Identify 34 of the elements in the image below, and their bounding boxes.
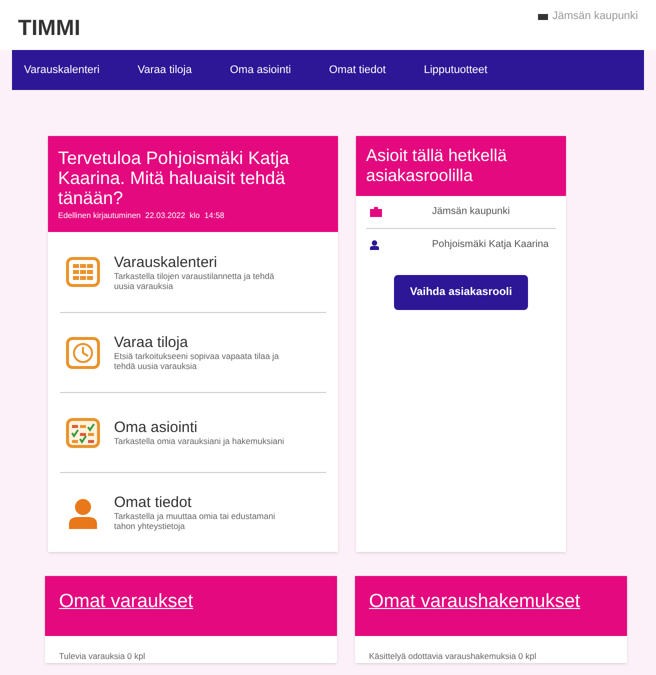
- tile-description: Tarkastella ja muuttaa omia tai edustamani tahon yhteystietoja: [114, 511, 276, 531]
- tile-title: Varauskalenteri: [114, 254, 218, 270]
- nav-link[interactable]: Lipputuotteet: [424, 62, 488, 78]
- summary-link[interactable]: Omat varaushakemukset: [369, 591, 580, 612]
- logo[interactable]: TIMMI: [18, 11, 80, 44]
- briefcase-icon: [370, 207, 382, 217]
- person-icon: [68, 496, 98, 528]
- checklist-icon: [66, 418, 100, 448]
- tile-title: Omat tiedot: [114, 494, 193, 511]
- tile-description: Etsiä tarkoitukseeni sopivaa vapaata tilaa ja tehdä uusia varauksia: [114, 351, 280, 371]
- tile-description: Tarkastella tilojen varaustilannetta ja tehdä uusia varauksia: [114, 270, 276, 290]
- summary-text: Tulevia varauksia 0 kpl: [58, 650, 146, 663]
- nav-link[interactable]: Oma asiointi: [230, 62, 291, 78]
- tile-title: Oma asiointi: [114, 419, 198, 436]
- nav-link[interactable]: Varauskalenteri: [24, 62, 100, 78]
- menu-tile[interactable]: Varauskalenteri Tarkastella tilojen varaustilannetta ja tehdä uusia varauksia: [60, 232, 326, 312]
- person-icon: [370, 240, 379, 250]
- nav-link[interactable]: Omat tiedot: [328, 62, 386, 78]
- role-title: Asioit tällä hetkellä asiakasroolilla: [366, 146, 508, 186]
- welcome-title: Tervetuloa Pohjoismäki Katja Kaarina. Mitä haluaisit tehdä tänään?: [58, 148, 290, 208]
- clock-icon: [66, 336, 100, 368]
- tile-title: Varaa tiloja: [114, 334, 189, 351]
- summary-link[interactable]: Omat varaukset: [59, 591, 194, 612]
- role-name: Jämsän kaupunki: [432, 206, 511, 218]
- calendar-grid-icon: [66, 257, 100, 287]
- nav-link[interactable]: Varaa tiloja: [138, 62, 192, 78]
- last-login: Edellinen kirjautuminen 22.03.2022 klo 14:58: [58, 210, 226, 222]
- menu-tile[interactable]: Oma asiointi Tarkastella omia varauksiani ja hakemuksiani: [60, 392, 326, 472]
- menu-tile[interactable]: Omat tiedot Tarkastella ja muuttaa omia tai edustamani tahon yhteystietoja: [60, 472, 326, 552]
- summary-text: Käsittelyä odottavia varaushakemuksia 0 kpl: [368, 650, 538, 663]
- menu-tile[interactable]: Varaa tiloja Etsiä tarkoitukseeni sopivaa vapaata tilaa ja tehdä uusia varauksia: [60, 312, 326, 392]
- switch-role-button[interactable]: Vaihda asiakasrooli: [394, 275, 528, 310]
- role-name: Pohjoismäki Katja Kaarina: [432, 239, 550, 251]
- tile-description: Tarkastella omia varauksiani ja hakemuksiani: [114, 436, 286, 446]
